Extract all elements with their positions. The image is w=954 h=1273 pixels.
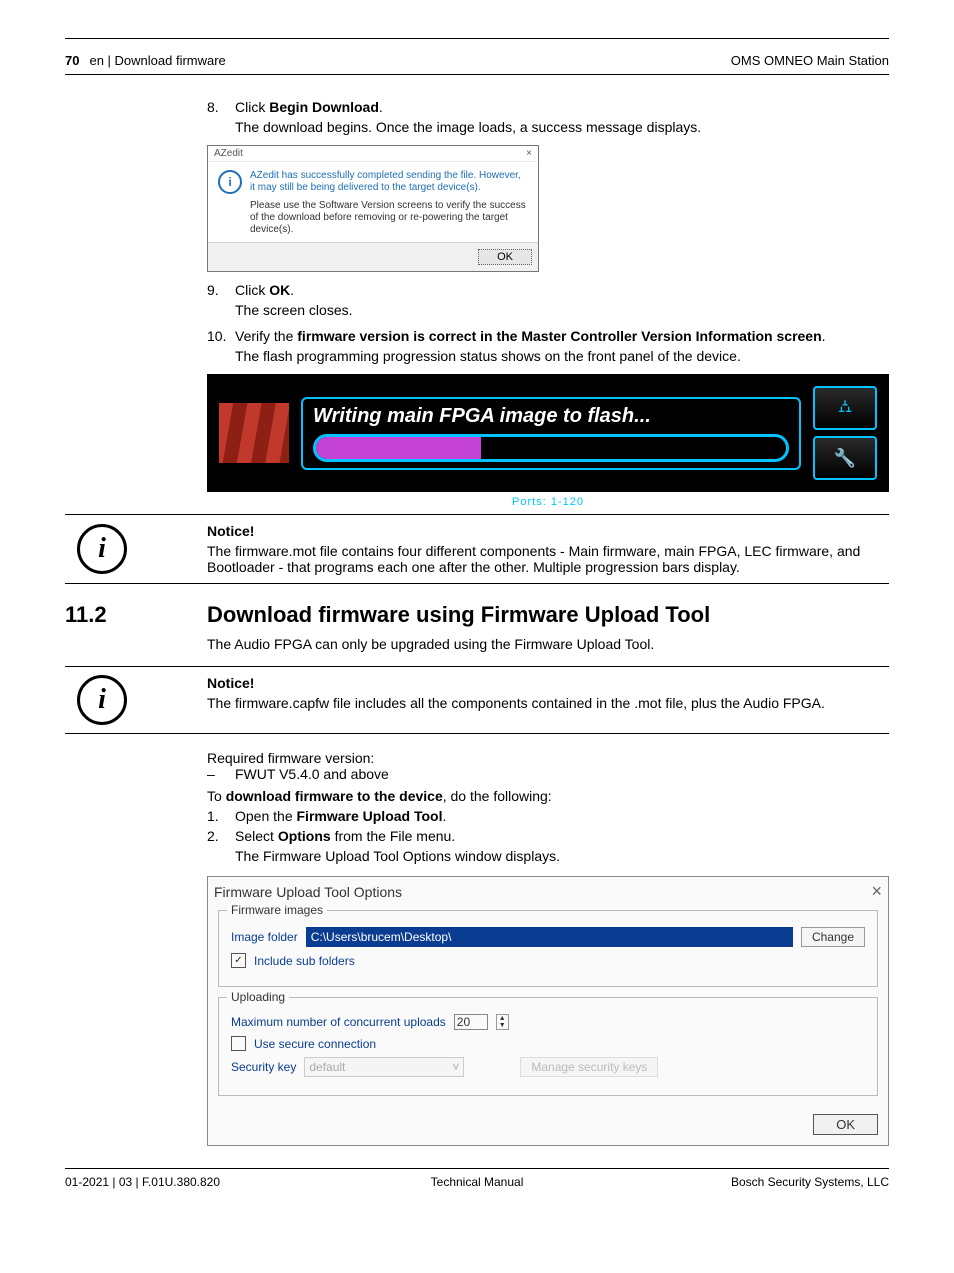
text: Verify the bbox=[235, 328, 297, 344]
crane-icon: ⛼ bbox=[813, 386, 877, 430]
bold-text: firmware version is correct in the Maste… bbox=[297, 328, 821, 344]
chevron-down-icon: ˅ bbox=[452, 1060, 459, 1074]
step-9-result: The screen closes. bbox=[235, 302, 889, 318]
max-uploads-input[interactable]: 20 bbox=[454, 1014, 488, 1030]
firmware-images-group: Firmware images Image folder C:\Users\br… bbox=[218, 910, 878, 987]
step-9: 9. Click OK. bbox=[207, 282, 889, 298]
required-value: FWUT V5.4.0 and above bbox=[235, 766, 389, 782]
step-10: 10. Verify the firmware version is corre… bbox=[207, 328, 889, 344]
notice-block-1: i Notice! The firmware.mot file contains… bbox=[65, 514, 889, 584]
security-key-select: default ˅ bbox=[304, 1057, 464, 1077]
notice-block-2: i Notice! The firmware.capfw file includ… bbox=[65, 666, 889, 734]
text: Click bbox=[235, 99, 269, 115]
step-10-result: The flash programming progression status… bbox=[235, 348, 889, 364]
ok-button[interactable]: OK bbox=[478, 249, 532, 265]
use-secure-label: Use secure connection bbox=[254, 1037, 376, 1051]
close-icon[interactable]: × bbox=[526, 148, 532, 159]
quantity-stepper[interactable]: ▲▼ bbox=[496, 1014, 509, 1030]
change-button[interactable]: Change bbox=[801, 927, 865, 947]
text: Click bbox=[235, 282, 269, 298]
text: . bbox=[442, 808, 446, 824]
ok-button[interactable]: OK bbox=[813, 1114, 878, 1135]
device-front-panel: Writing main FPGA image to flash... ⛼ 🔧 bbox=[207, 374, 889, 492]
device-ports-label: Ports: 1-120 bbox=[207, 496, 889, 508]
dialog-title: AZedit bbox=[214, 148, 243, 159]
step-8: 8. Click Begin Download. bbox=[207, 99, 889, 115]
step-number: 10. bbox=[207, 328, 235, 344]
notice-info-icon: i bbox=[77, 675, 127, 725]
section-number: 11.2 bbox=[65, 602, 207, 628]
text: . bbox=[379, 99, 383, 115]
step-number: 8. bbox=[207, 99, 235, 115]
fwut-options-dialog: Firmware Upload Tool Options × Firmware … bbox=[207, 876, 889, 1146]
required-header: Required firmware version: bbox=[207, 750, 889, 766]
include-subfolders-checkbox[interactable]: ✓ bbox=[231, 953, 246, 968]
wrench-gear-icon: 🔧 bbox=[813, 436, 877, 480]
close-icon[interactable]: × bbox=[871, 881, 882, 902]
text: Open the bbox=[235, 808, 297, 824]
text: , do the following: bbox=[443, 788, 552, 804]
info-icon: i bbox=[218, 170, 242, 194]
section-heading: 11.2 Download firmware using Firmware Up… bbox=[65, 602, 889, 628]
step-number: 2. bbox=[207, 828, 235, 844]
device-status-text: Writing main FPGA image to flash... bbox=[313, 405, 789, 428]
required-item: – FWUT V5.4.0 and above bbox=[207, 766, 889, 782]
footer-center: Technical Manual bbox=[65, 1175, 889, 1189]
bold-text: Options bbox=[278, 828, 331, 844]
dialog-msg-primary: AZedit has successfully completed sendin… bbox=[250, 170, 528, 194]
include-subfolders-label: Include sub folders bbox=[254, 954, 355, 968]
azedit-dialog: AZedit × i AZedit has successfully compl… bbox=[207, 145, 539, 272]
notice-body: The firmware.mot file contains four diff… bbox=[207, 543, 889, 575]
text: To bbox=[207, 788, 226, 804]
dialog-title: Firmware Upload Tool Options bbox=[214, 884, 402, 900]
section-title: Download firmware using Firmware Upload … bbox=[207, 602, 710, 628]
step-number: 9. bbox=[207, 282, 235, 298]
notice-body: The firmware.capfw file includes all the… bbox=[207, 695, 889, 711]
select-value: default bbox=[309, 1060, 345, 1074]
step-8-result: The download begins. Once the image load… bbox=[235, 119, 889, 135]
use-secure-checkbox[interactable] bbox=[231, 1036, 246, 1051]
notice-title: Notice! bbox=[207, 675, 889, 691]
notice-title: Notice! bbox=[207, 523, 889, 539]
text: Select bbox=[235, 828, 278, 844]
header-right-text: OMS OMNEO Main Station bbox=[731, 53, 889, 68]
group-legend: Firmware images bbox=[227, 903, 327, 917]
dash: – bbox=[207, 766, 235, 782]
text: . bbox=[822, 328, 826, 344]
security-key-label: Security key bbox=[231, 1060, 296, 1074]
text: . bbox=[290, 282, 294, 298]
image-folder-input[interactable]: C:\Users\brucem\Desktop\ bbox=[306, 927, 793, 947]
step2-2: 2. Select Options from the File menu. bbox=[207, 828, 889, 844]
notice-info-icon: i bbox=[77, 524, 127, 574]
section-intro: The Audio FPGA can only be upgraded usin… bbox=[207, 636, 889, 652]
device-logo-icon bbox=[219, 403, 289, 463]
image-folder-label: Image folder bbox=[231, 930, 298, 944]
text: from the File menu. bbox=[331, 828, 456, 844]
page-header: 70 en | Download firmware OMS OMNEO Main… bbox=[65, 53, 889, 75]
step2-1: 1. Open the Firmware Upload Tool. bbox=[207, 808, 889, 824]
step-number: 1. bbox=[207, 808, 235, 824]
step2-2-result: The Firmware Upload Tool Options window … bbox=[235, 848, 889, 864]
bold-text: download firmware to the device bbox=[226, 788, 443, 804]
header-left-text: en | Download firmware bbox=[89, 53, 225, 68]
bold-text: OK bbox=[269, 282, 290, 298]
uploading-group: Uploading Maximum number of concurrent u… bbox=[218, 997, 878, 1096]
manage-security-keys-button: Manage security keys bbox=[520, 1057, 658, 1077]
page-footer: 01-2021 | 03 | F.01U.380.820 Technical M… bbox=[65, 1168, 889, 1189]
bold-text: Firmware Upload Tool bbox=[297, 808, 443, 824]
progress-bar bbox=[313, 434, 789, 462]
progress-fill bbox=[316, 437, 481, 459]
group-legend: Uploading bbox=[227, 990, 289, 1004]
bold-text: Begin Download bbox=[269, 99, 379, 115]
max-uploads-label: Maximum number of concurrent uploads bbox=[231, 1015, 446, 1029]
dialog-msg-secondary: Please use the Software Version screens … bbox=[250, 200, 528, 236]
page-number: 70 bbox=[65, 53, 79, 68]
